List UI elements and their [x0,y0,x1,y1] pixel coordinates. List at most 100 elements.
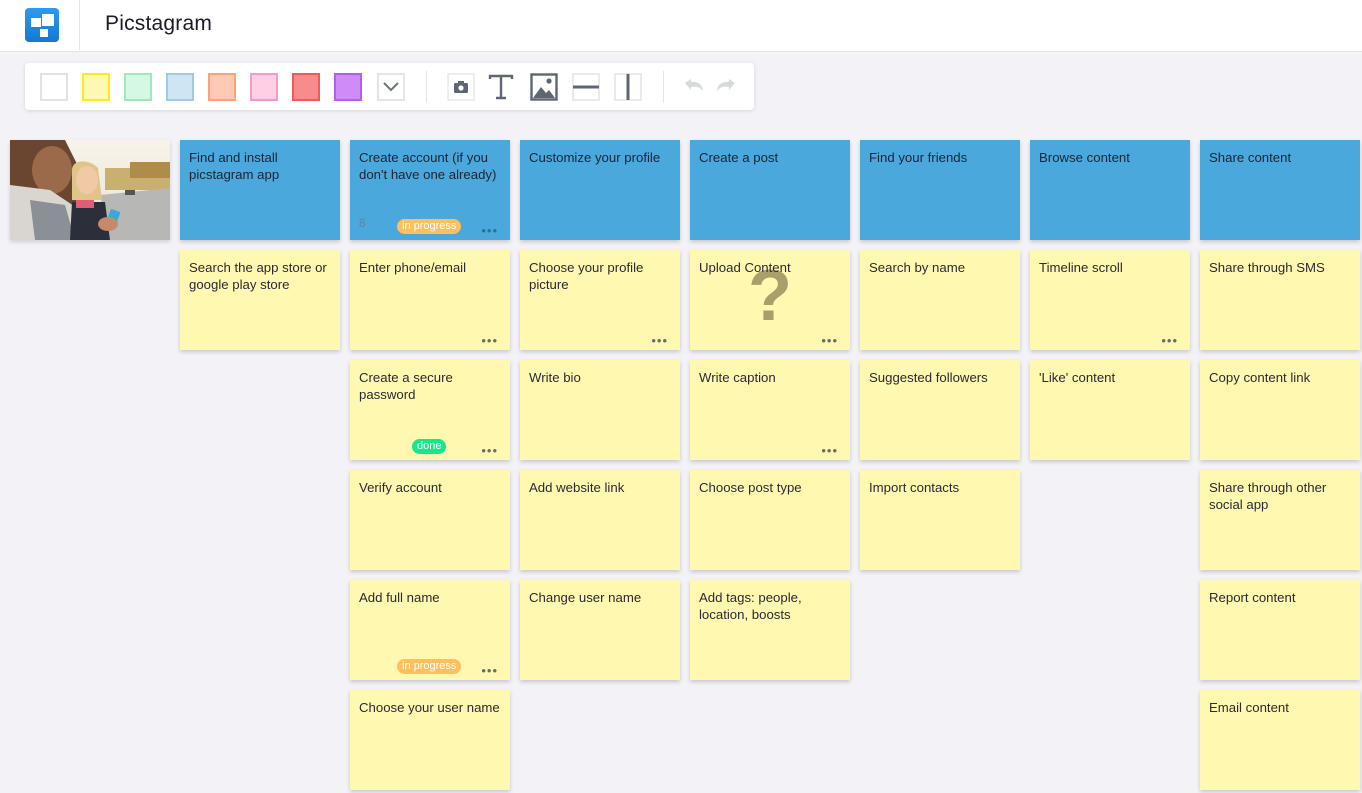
story-card[interactable]: Change user name [520,580,680,680]
story-card[interactable]: Search the app store or google play stor… [180,250,340,350]
color-swatch-orange[interactable] [208,73,236,101]
color-swatch-red[interactable] [292,73,320,101]
card-text: Report content [1209,590,1296,605]
story-card[interactable]: Create a secure password done ••• [350,360,510,460]
story-card[interactable]: Email content [1200,690,1360,790]
text-tool-button[interactable] [486,72,516,102]
activity-card[interactable]: Find your friends [860,140,1020,240]
color-swatch-pink[interactable] [250,73,278,101]
story-card[interactable]: Choose post type [690,470,850,570]
activity-card[interactable]: Create account (if you don't have one al… [350,140,510,240]
vertical-divider-tool-button[interactable] [613,72,643,102]
story-card[interactable]: Timeline scroll ••• [1030,250,1190,350]
photo-image [10,140,170,240]
card-text: Choose your user name [359,700,500,715]
camera-icon [447,73,475,101]
camera-tool-button[interactable] [446,72,476,102]
card-text: Add tags: people, location, boosts [699,590,802,622]
image-icon [530,73,558,101]
card-text: Search the app store or google play stor… [189,260,327,292]
card-text: Add website link [529,480,625,495]
color-swatch-green[interactable] [124,73,152,101]
text-icon [488,74,514,100]
card-text: Share through SMS [1209,260,1325,275]
undo-icon [685,79,703,91]
status-badge[interactable]: done [412,439,447,454]
activity-card[interactable]: Share content [1200,140,1360,240]
board-photo[interactable] [10,140,170,240]
card-text: Create account (if you don't have one al… [359,150,497,182]
redo-button[interactable] [711,72,741,102]
story-card[interactable]: Write bio [520,360,680,460]
card-text: Add full name [359,590,440,605]
toolbar [25,63,754,110]
color-swatch-blue[interactable] [166,73,194,101]
card-text: 'Like' content [1039,370,1116,385]
undo-button[interactable] [679,72,709,102]
story-card[interactable]: Share through SMS [1200,250,1360,350]
story-card[interactable]: Verify account [350,470,510,570]
redo-icon [717,79,735,91]
card-text: Share content [1209,150,1292,165]
image-tool-button[interactable] [529,72,559,102]
activity-card[interactable]: Browse content [1030,140,1190,240]
story-card[interactable]: Search by name [860,250,1020,350]
card-text: Find your friends [869,150,968,165]
card-text: Browse content [1039,150,1130,165]
card-count: 8 [359,218,366,230]
story-card[interactable]: Choose your profile picture ••• [520,250,680,350]
activity-card[interactable]: Find and install picstagram app [180,140,340,240]
color-swatch-yellow[interactable] [82,73,110,101]
story-card[interactable]: Copy content link [1200,360,1360,460]
card-text: Create a secure password [359,370,453,402]
toolbar-separator [426,71,427,103]
top-bar: Picstagram [0,0,1362,52]
story-card[interactable]: Add website link [520,470,680,570]
story-card[interactable]: Report content [1200,580,1360,680]
story-card[interactable]: Write caption ••• [690,360,850,460]
vertical-divider-icon [614,73,642,101]
card-text: Suggested followers [869,370,988,385]
card-text: Upload Content [699,260,791,275]
story-card[interactable]: Choose your user name [350,690,510,790]
chevron-down-icon [383,82,399,92]
activity-card[interactable]: Customize your profile [520,140,680,240]
story-card[interactable]: Import contacts [860,470,1020,570]
more-options-icon[interactable]: ••• [1161,334,1178,347]
card-text: Find and install picstagram app [189,150,280,182]
story-card[interactable]: ? Upload Content ••• [690,250,850,350]
card-text: Write bio [529,370,581,385]
more-options-icon[interactable]: ••• [481,334,498,347]
story-card[interactable]: Add tags: people, location, boosts [690,580,850,680]
card-text: Search by name [869,260,966,275]
more-options-icon[interactable]: ••• [821,444,838,457]
status-badge[interactable]: in progress [397,219,462,234]
more-colors-button[interactable] [377,73,405,101]
story-card[interactable]: Suggested followers [860,360,1020,460]
story-card[interactable]: Add full name in progress ••• [350,580,510,680]
card-text: Enter phone/email [359,260,467,275]
card-text: Write caption [699,370,776,385]
card-text: Customize your profile [529,150,661,165]
more-options-icon[interactable]: ••• [821,334,838,347]
more-options-icon[interactable]: ••• [481,664,498,677]
card-text: Email content [1209,700,1289,715]
more-options-icon[interactable]: ••• [481,444,498,457]
color-swatch-purple[interactable] [334,73,362,101]
card-text: Create a post [699,150,779,165]
status-badge[interactable]: in progress [397,659,462,674]
activity-card[interactable]: Create a post [690,140,850,240]
more-options-icon[interactable]: ••• [651,334,668,347]
board-title[interactable]: Picstagram [105,12,212,36]
card-text: Timeline scroll [1039,260,1123,275]
horizontal-divider-tool-button[interactable] [571,72,601,102]
story-card[interactable]: 'Like' content [1030,360,1190,460]
story-card[interactable]: Enter phone/email ••• [350,250,510,350]
divider [79,0,80,50]
color-swatch-white[interactable] [40,73,68,101]
story-card[interactable]: Share through other social app [1200,470,1360,570]
card-text: Import contacts [869,480,960,495]
more-options-icon[interactable]: ••• [481,224,498,237]
board-logo-icon[interactable] [25,8,59,42]
toolbar-separator [663,71,664,103]
